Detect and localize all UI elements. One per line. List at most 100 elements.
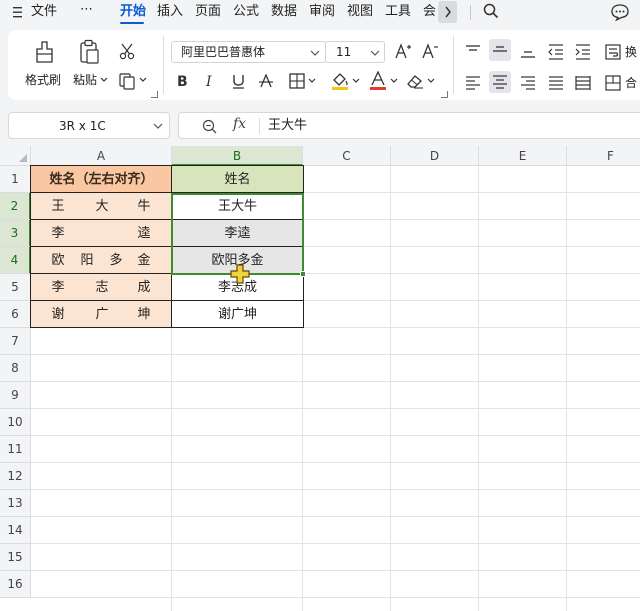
- format-painter-icon[interactable]: [33, 40, 55, 64]
- cell-a1[interactable]: 姓名（左右对齐）: [31, 166, 172, 193]
- row-header-1[interactable]: 1: [0, 166, 31, 193]
- group-divider: [163, 36, 164, 94]
- wrap-text-icon[interactable]: [605, 44, 621, 60]
- cell-a6[interactable]: 谢 广 坤: [31, 301, 172, 328]
- row-header-5[interactable]: 5: [0, 274, 31, 301]
- wrap-text-label[interactable]: 换: [625, 45, 637, 59]
- fill-color-dropdown-icon[interactable]: [352, 78, 360, 84]
- increase-font-size-icon[interactable]: [395, 43, 413, 60]
- paste-icon[interactable]: [78, 39, 100, 65]
- formula-input[interactable]: fx 王大牛: [178, 112, 640, 139]
- chat-icon[interactable]: [610, 3, 630, 21]
- merge-cells-label[interactable]: 合: [625, 76, 637, 90]
- fx-icon[interactable]: fx: [233, 116, 246, 132]
- cell-a3[interactable]: 李 逵: [31, 220, 172, 247]
- row-header-2[interactable]: 2: [0, 193, 31, 220]
- cell-b6[interactable]: 谢广坤: [172, 301, 303, 328]
- menu-more[interactable]: ⋯: [80, 2, 94, 18]
- menu-file[interactable]: 文件: [31, 4, 57, 20]
- cell-b1[interactable]: 姓名: [172, 166, 303, 193]
- merge-cells-icon[interactable]: [605, 75, 621, 91]
- row-header-16[interactable]: 16: [0, 571, 31, 598]
- align-left-icon[interactable]: [465, 76, 481, 90]
- row-header-13[interactable]: 13: [0, 490, 31, 517]
- align-right-icon[interactable]: [520, 76, 536, 90]
- tab-review[interactable]: 审阅: [309, 4, 335, 20]
- font-dialog-launcher[interactable]: [441, 91, 448, 98]
- row-header-15[interactable]: 15: [0, 544, 31, 571]
- name-box[interactable]: 3R x 1C: [8, 112, 170, 139]
- row-header-7[interactable]: 7: [0, 328, 31, 355]
- hamburger-menu-icon[interactable]: [13, 7, 23, 18]
- strikethrough-icon[interactable]: [259, 74, 273, 89]
- distributed-align-icon[interactable]: [575, 76, 591, 90]
- tabs-scroll-right-button[interactable]: [438, 1, 457, 23]
- cut-icon[interactable]: [119, 43, 135, 60]
- row-header-9[interactable]: 9: [0, 382, 31, 409]
- copy-icon[interactable]: [119, 73, 137, 90]
- tab-formula[interactable]: 公式: [233, 4, 259, 20]
- select-all-corner[interactable]: [0, 146, 31, 166]
- clear-format-icon[interactable]: [406, 73, 424, 89]
- tab-view[interactable]: 视图: [347, 4, 373, 20]
- font-color-dropdown-icon[interactable]: [390, 78, 398, 84]
- tab-home[interactable]: 开始: [120, 4, 146, 20]
- row-header-4[interactable]: 4: [0, 247, 31, 274]
- tab-member[interactable]: 会: [423, 4, 436, 20]
- cell-a2[interactable]: 王 大 牛: [31, 193, 172, 220]
- align-center-button[interactable]: [489, 71, 511, 93]
- cell-a5-char: 成: [137, 280, 151, 295]
- tab-data[interactable]: 数据: [271, 4, 297, 20]
- decrease-font-size-icon[interactable]: [422, 43, 440, 60]
- menu-bar: 文件 ⋯ 开始 插入 页面 公式 数据 审阅 视图 工具 会: [0, 0, 640, 26]
- italic-icon[interactable]: I: [205, 74, 217, 89]
- row-header-11[interactable]: 11: [0, 436, 31, 463]
- row-header-8[interactable]: 8: [0, 355, 31, 382]
- gridline: [566, 166, 567, 611]
- fill-color-icon[interactable]: [330, 71, 350, 91]
- decrease-indent-icon[interactable]: [548, 44, 564, 60]
- cell-b3[interactable]: 李逵: [172, 220, 303, 247]
- column-header-d[interactable]: D: [391, 146, 479, 166]
- font-size-select[interactable]: 11: [325, 41, 385, 63]
- tab-tools[interactable]: 工具: [385, 4, 411, 20]
- underline-icon[interactable]: [232, 74, 245, 90]
- column-header-c[interactable]: C: [303, 146, 391, 166]
- paste-label[interactable]: 粘贴: [73, 73, 97, 87]
- row-header-12[interactable]: 12: [0, 463, 31, 490]
- chevron-down-icon[interactable]: [153, 123, 163, 130]
- font-name-select[interactable]: 阿里巴巴普惠体: [171, 41, 326, 63]
- column-header-e[interactable]: E: [479, 146, 567, 166]
- borders-icon[interactable]: [289, 73, 305, 89]
- row-header-6[interactable]: 6: [0, 301, 31, 328]
- search-icon[interactable]: [483, 3, 499, 20]
- cell-b2[interactable]: 王大牛: [172, 193, 303, 220]
- tab-page[interactable]: 页面: [195, 4, 221, 20]
- column-header-b[interactable]: B: [172, 146, 303, 166]
- paste-dropdown-icon[interactable]: [100, 77, 108, 83]
- align-bottom-icon[interactable]: [520, 45, 536, 59]
- cell-a5-char: 李: [51, 280, 65, 295]
- justify-icon[interactable]: [548, 76, 564, 90]
- row-header-14[interactable]: 14: [0, 517, 31, 544]
- align-top-icon[interactable]: [465, 45, 481, 57]
- row-header-3[interactable]: 3: [0, 220, 31, 247]
- column-header-a[interactable]: A: [31, 146, 172, 166]
- clear-format-dropdown-icon[interactable]: [427, 78, 435, 84]
- format-painter-label[interactable]: 格式刷: [25, 73, 61, 87]
- copy-dropdown-icon[interactable]: [139, 77, 147, 83]
- increase-indent-icon[interactable]: [575, 44, 591, 60]
- font-color-icon[interactable]: [369, 71, 387, 91]
- borders-dropdown-icon[interactable]: [308, 78, 316, 84]
- fill-handle[interactable]: [300, 271, 306, 277]
- cell-a5[interactable]: 李 志 成: [31, 274, 172, 301]
- cell-a4[interactable]: 欧 阳 多 金: [31, 247, 172, 274]
- clipboard-dialog-launcher[interactable]: [151, 91, 158, 98]
- row-header-10[interactable]: 10: [0, 409, 31, 436]
- bold-icon[interactable]: B: [177, 74, 189, 89]
- tab-insert[interactable]: 插入: [157, 4, 183, 20]
- spreadsheet-grid[interactable]: A B C D E F 1 2 3 4 5 6 7 8 9 10 11 12 1…: [0, 146, 640, 611]
- align-middle-button[interactable]: [489, 39, 511, 61]
- zoom-search-icon[interactable]: [202, 119, 218, 134]
- column-header-f[interactable]: F: [567, 146, 640, 166]
